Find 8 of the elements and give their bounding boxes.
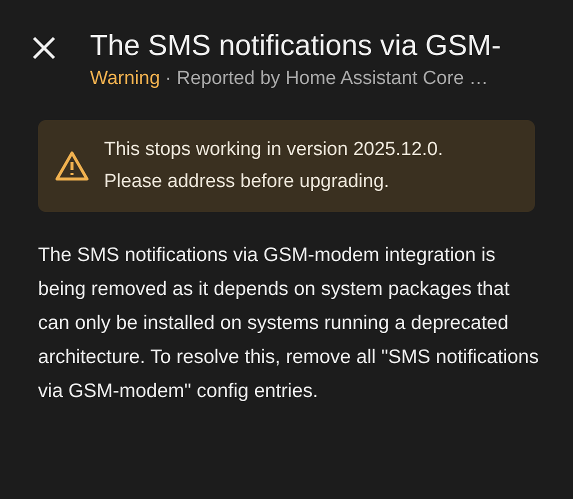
alert-message: This stops working in version 2025.12.0. Please address before upgrading. [104,138,444,194]
reporter-text: · Reported by Home Assistant Core … [165,68,488,90]
warning-icon [54,150,90,182]
close-button[interactable] [30,34,58,62]
description-text: The SMS notifications via GSM-modem integration is being removed as it depends on system packages that can only be installed on systems running a deprecated architecture. To resolve this, remove all "SMS notifications via GSM-modem" config entries. [38,243,540,404]
severity-label: Warning [90,68,160,90]
close-icon [30,34,58,62]
dialog-title: The SMS notifications via GSM- [90,29,502,64]
